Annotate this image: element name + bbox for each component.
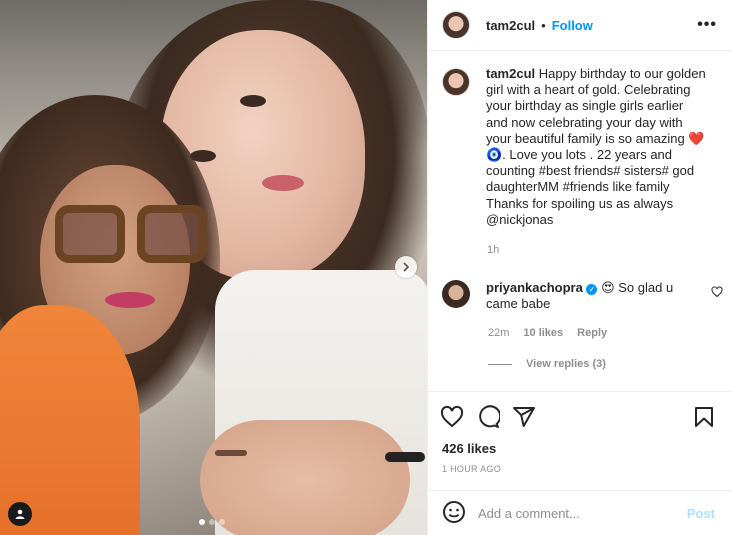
separator: • bbox=[541, 17, 546, 33]
carousel-dot bbox=[199, 519, 205, 525]
user-tag-icon[interactable] bbox=[8, 502, 32, 526]
post-button[interactable]: Post bbox=[687, 506, 715, 521]
reply-button[interactable]: Reply bbox=[577, 327, 607, 339]
comment-like-icon[interactable] bbox=[711, 286, 723, 301]
next-arrow-icon[interactable] bbox=[395, 256, 417, 278]
share-icon[interactable] bbox=[512, 405, 536, 429]
heart-icon[interactable] bbox=[440, 405, 464, 429]
emoji-icon[interactable] bbox=[442, 500, 466, 527]
post-sidebar: tam2cul • Follow ••• tam2cul Happy birth… bbox=[427, 0, 732, 535]
comment-composer: Add a comment... Post bbox=[428, 490, 732, 535]
action-bar bbox=[428, 391, 732, 439]
view-replies-button[interactable]: View replies (3) bbox=[488, 358, 606, 370]
caption-time: 1h bbox=[487, 244, 500, 256]
post-photo[interactable] bbox=[0, 0, 427, 535]
comment-likes[interactable]: 10 likes bbox=[523, 327, 563, 339]
sunglasses bbox=[55, 205, 210, 267]
follow-button[interactable]: Follow bbox=[552, 18, 593, 33]
more-icon[interactable]: ••• bbox=[697, 16, 717, 34]
carousel-dot bbox=[219, 519, 225, 525]
caption-text: Happy birthday to our golden girl with a… bbox=[486, 66, 706, 227]
avatar[interactable] bbox=[442, 68, 470, 96]
comment-username[interactable]: priyankachopra bbox=[486, 280, 583, 295]
avatar[interactable] bbox=[442, 11, 470, 39]
comment-input[interactable]: Add a comment... bbox=[478, 506, 687, 521]
caption: tam2cul Happy birthday to our golden gir… bbox=[442, 66, 722, 228]
comment-icon[interactable] bbox=[476, 405, 500, 429]
username-link[interactable]: tam2cul bbox=[486, 18, 535, 33]
post-timestamp: 1 HOUR AGO bbox=[442, 464, 502, 474]
comment-item: priyankachopra ✓ 😍 So glad u came babe bbox=[442, 280, 727, 312]
carousel-dot bbox=[209, 519, 215, 525]
comment-meta: 22m 10 likes Reply bbox=[488, 327, 607, 339]
bookmark-icon[interactable] bbox=[692, 405, 716, 429]
carousel-dots bbox=[199, 519, 225, 525]
likes-count[interactable]: 426 likes bbox=[442, 441, 496, 456]
caption-username[interactable]: tam2cul bbox=[486, 66, 535, 81]
avatar[interactable] bbox=[442, 280, 470, 308]
verified-icon: ✓ bbox=[586, 284, 598, 295]
post-header: tam2cul • Follow ••• bbox=[428, 0, 732, 51]
instagram-post-modal: tam2cul • Follow ••• tam2cul Happy birth… bbox=[0, 0, 732, 535]
comment-time: 22m bbox=[488, 327, 510, 339]
